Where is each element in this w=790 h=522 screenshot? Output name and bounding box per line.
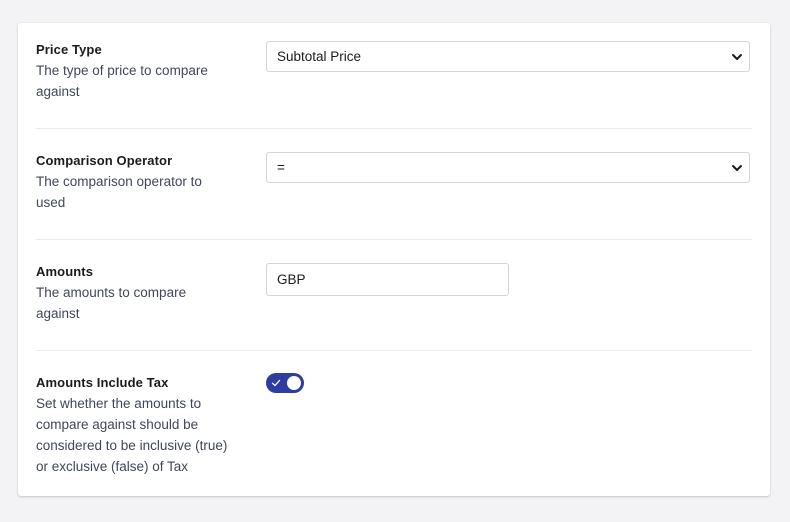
field-description-line: against bbox=[36, 84, 80, 99]
field-label: Amounts bbox=[36, 264, 94, 279]
field-description-line: The type of price to compare bbox=[36, 63, 208, 78]
field-description-line: The comparison operator to bbox=[36, 174, 202, 189]
field-description-line: used bbox=[36, 195, 66, 210]
chevron-down-icon bbox=[732, 54, 742, 60]
row-divider bbox=[36, 128, 752, 129]
field-row-amounts: Amounts The amounts to compare against G… bbox=[36, 261, 752, 351]
field-label: Comparison Operator bbox=[36, 153, 173, 168]
row-divider bbox=[36, 350, 752, 351]
row-divider bbox=[36, 239, 752, 240]
field-description-line: Set whether the amounts to bbox=[36, 396, 202, 411]
field-label: Price Type bbox=[36, 42, 102, 57]
amounts-input[interactable]: GBP bbox=[266, 263, 509, 296]
amounts-input-value: GBP bbox=[277, 272, 306, 287]
field-description-line: against bbox=[36, 306, 80, 321]
field-row-comparison-operator: Comparison Operator The comparison opera… bbox=[36, 150, 752, 240]
field-label-group: Amounts Include Tax Set whether the amou… bbox=[36, 372, 251, 477]
field-description-line: compare against should be bbox=[36, 417, 199, 432]
chevron-down-icon bbox=[732, 165, 742, 171]
field-label: Amounts Include Tax bbox=[36, 375, 169, 390]
comparison-operator-select[interactable]: = bbox=[266, 152, 750, 183]
field-description-line: The amounts to compare bbox=[36, 285, 187, 300]
field-description-line: or exclusive (false) of Tax bbox=[36, 459, 189, 474]
field-description-line: considered to be inclusive (true) bbox=[36, 438, 228, 453]
field-label-group: Price Type The type of price to compare … bbox=[36, 39, 241, 102]
checkmark-icon bbox=[271, 379, 281, 387]
settings-panel: Price Type The type of price to compare … bbox=[18, 23, 770, 496]
field-label-group: Comparison Operator The comparison opera… bbox=[36, 150, 241, 213]
toggle-knob bbox=[287, 376, 301, 390]
field-row-amounts-include-tax: Amounts Include Tax Set whether the amou… bbox=[36, 372, 752, 482]
amounts-include-tax-toggle[interactable] bbox=[266, 373, 304, 393]
field-row-price-type: Price Type The type of price to compare … bbox=[36, 39, 752, 129]
price-type-select[interactable]: Subtotal Price bbox=[266, 41, 750, 72]
comparison-operator-selected-value: = bbox=[277, 160, 285, 175]
price-type-selected-value: Subtotal Price bbox=[277, 49, 362, 64]
field-label-group: Amounts The amounts to compare against bbox=[36, 261, 241, 324]
